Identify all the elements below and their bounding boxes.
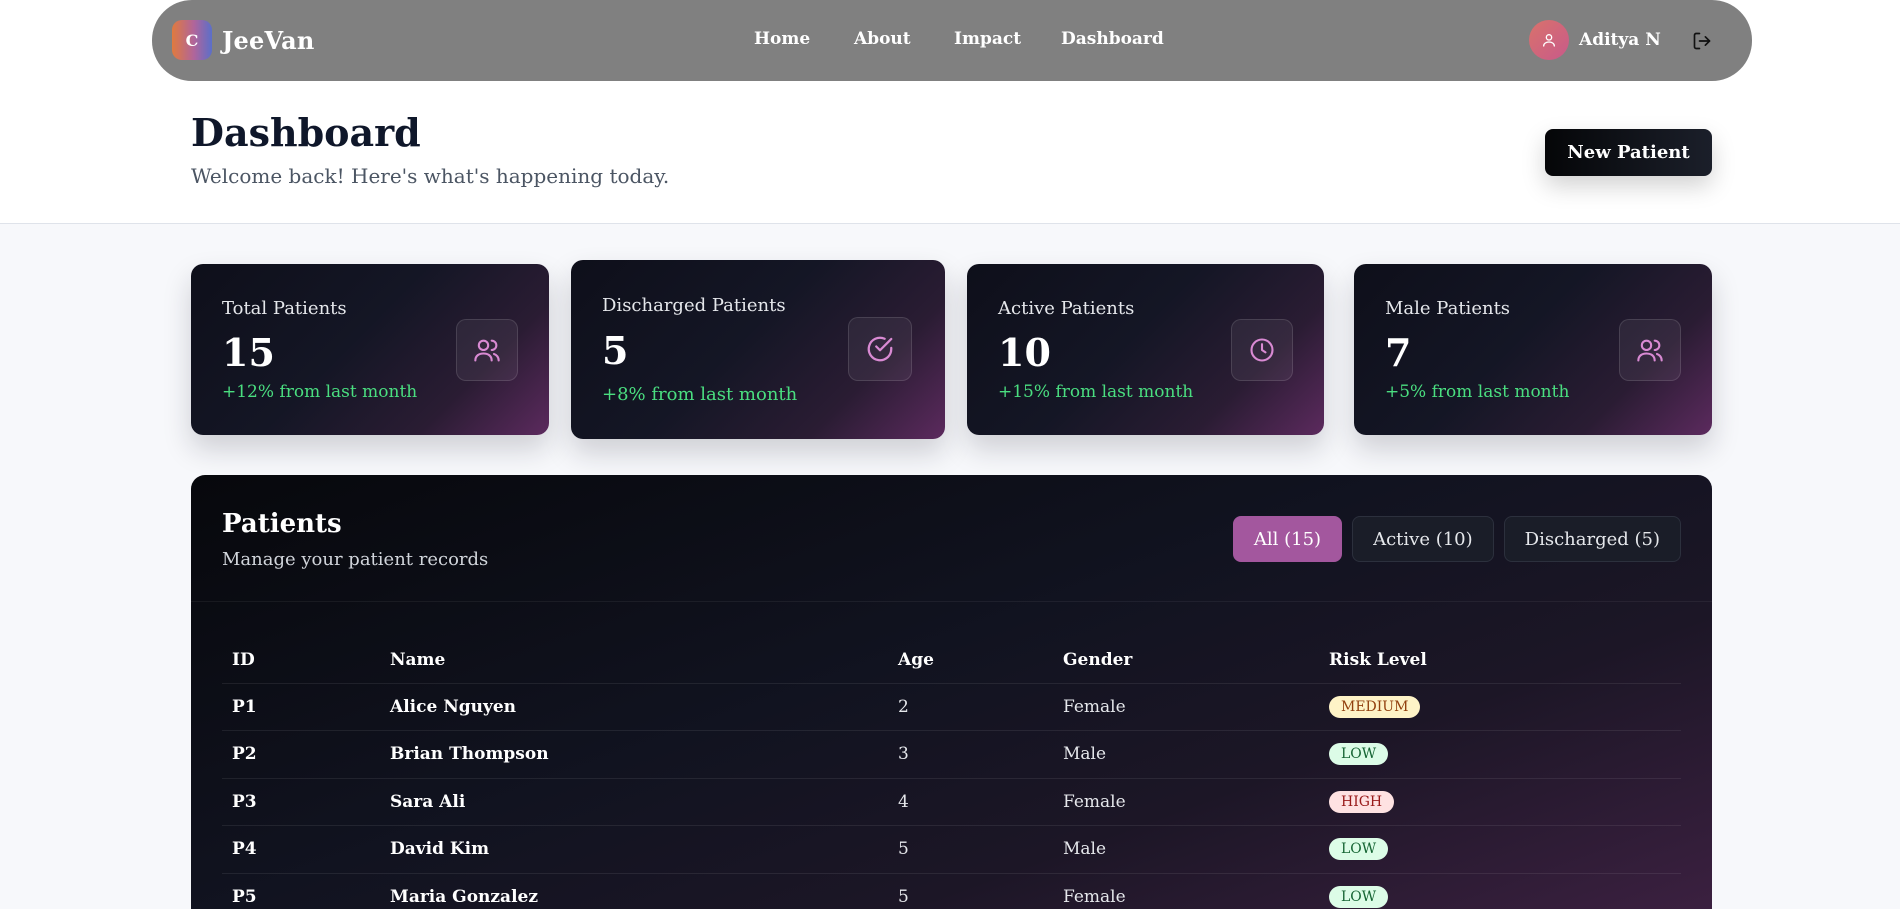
nav-link-impact[interactable]: Impact <box>954 29 1061 49</box>
stat-icon-box <box>456 319 518 381</box>
cell-age: 3 <box>898 744 909 765</box>
stat-delta: +8% from last month <box>602 384 798 405</box>
nav-link-dashboard[interactable]: Dashboard <box>1061 29 1164 49</box>
table-row[interactable]: P3 Sara Ali 4 Female HIGH <box>222 778 1681 826</box>
cell-risk: HIGH <box>1319 778 1681 826</box>
panel-divider <box>191 601 1712 602</box>
cell-risk: LOW <box>1319 731 1681 779</box>
clock-icon <box>1250 338 1274 362</box>
column-header-age[interactable]: Age <box>888 638 1053 683</box>
cell-name: Alice Nguyen <box>390 696 517 717</box>
page-subtitle: Welcome back! Here's what's happening to… <box>191 164 670 188</box>
stat-card-male-patients: Male Patients 7 +5% from last month <box>1354 264 1712 435</box>
check-circle-icon <box>867 336 893 362</box>
column-header-risk-level[interactable]: Risk Level <box>1319 638 1681 683</box>
stat-card-active-patients: Active Patients 10 +15% from last month <box>967 264 1324 435</box>
table-row[interactable]: P5 Maria Gonzalez 5 Female LOW <box>222 873 1681 909</box>
stat-delta: +5% from last month <box>1385 382 1570 402</box>
patient-filters: All (15) Active (10) Discharged (5) <box>1223 516 1681 562</box>
stat-value: 7 <box>1385 330 1412 375</box>
stat-label: Male Patients <box>1385 298 1511 319</box>
patients-subtitle: Manage your patient records <box>222 549 489 570</box>
stat-icon-box <box>848 317 912 381</box>
stat-delta: +12% from last month <box>222 382 418 402</box>
cell-name: Brian Thompson <box>390 744 549 765</box>
cell-name: Sara Ali <box>390 791 466 812</box>
page-title: Dashboard <box>191 110 421 155</box>
stat-icon-box <box>1231 319 1293 381</box>
cell-name: David Kim <box>390 839 490 860</box>
cell-gender: Male <box>1063 839 1107 860</box>
nav-link-about[interactable]: About <box>854 29 954 49</box>
table-header-row: ID Name Age Gender Risk Level <box>222 638 1681 683</box>
stat-value: 5 <box>602 328 629 373</box>
cell-id: P4 <box>232 839 257 860</box>
new-patient-button[interactable]: New Patient <box>1545 129 1712 176</box>
filter-discharged[interactable]: Discharged (5) <box>1503 516 1681 562</box>
cell-gender: Female <box>1063 696 1126 717</box>
stat-label: Total Patients <box>222 298 347 319</box>
patients-panel: Patients Manage your patient records All… <box>191 475 1712 909</box>
brand-name: JeeVan <box>222 25 315 55</box>
risk-badge: MEDIUM <box>1329 695 1421 718</box>
table-row[interactable]: P4 David Kim 5 Male LOW <box>222 826 1681 874</box>
cell-age: 5 <box>898 839 909 860</box>
page-header-section: C JeeVan Home About Impact Dashboard Adi… <box>0 0 1900 224</box>
nav-links: Home About Impact Dashboard <box>754 29 1164 49</box>
stat-value: 15 <box>222 330 275 375</box>
patients-table: ID Name Age Gender Risk Level P1 Alice N… <box>222 638 1681 909</box>
user-menu[interactable]: Aditya N <box>1529 20 1661 60</box>
cell-gender: Female <box>1063 791 1126 812</box>
top-navbar: C JeeVan Home About Impact Dashboard Adi… <box>152 0 1752 81</box>
cell-id: P2 <box>232 744 257 765</box>
brand[interactable]: C JeeVan <box>172 20 315 60</box>
stat-card-total-patients: Total Patients 15 +12% from last month <box>191 264 549 435</box>
cell-gender: Male <box>1063 744 1107 765</box>
stat-icon-box <box>1619 319 1681 381</box>
filter-all[interactable]: All (15) <box>1232 516 1343 562</box>
stat-label: Discharged Patients <box>602 295 786 316</box>
column-header-name[interactable]: Name <box>380 638 888 683</box>
user-icon <box>1543 34 1555 47</box>
user-name: Aditya N <box>1579 30 1661 50</box>
brand-logo: C <box>172 20 212 60</box>
users-icon <box>474 339 500 362</box>
cell-id: P1 <box>232 696 257 717</box>
column-header-id[interactable]: ID <box>222 638 380 683</box>
cell-risk: LOW <box>1319 873 1681 909</box>
cell-name: Maria Gonzalez <box>390 886 538 907</box>
risk-badge: HIGH <box>1329 790 1395 813</box>
logout-button[interactable] <box>1690 29 1714 53</box>
filter-active[interactable]: Active (10) <box>1352 516 1494 562</box>
risk-badge: LOW <box>1329 838 1389 861</box>
stat-label: Active Patients <box>998 298 1135 319</box>
risk-badge: LOW <box>1329 743 1389 766</box>
risk-badge: LOW <box>1329 885 1389 908</box>
cell-id: P3 <box>232 791 257 812</box>
cell-id: P5 <box>232 886 257 907</box>
column-header-gender[interactable]: Gender <box>1053 638 1319 683</box>
patients-title: Patients <box>222 509 342 539</box>
cell-age: 4 <box>898 791 909 812</box>
cell-gender: Female <box>1063 886 1126 907</box>
logout-icon <box>1693 32 1711 50</box>
stat-delta: +15% from last month <box>998 382 1194 402</box>
cell-risk: LOW <box>1319 826 1681 874</box>
users-icon <box>1637 339 1663 362</box>
cell-risk: MEDIUM <box>1319 683 1681 731</box>
nav-link-home[interactable]: Home <box>754 29 854 49</box>
avatar <box>1529 20 1569 60</box>
stat-value: 10 <box>998 330 1051 375</box>
table-row[interactable]: P1 Alice Nguyen 2 Female MEDIUM <box>222 683 1681 731</box>
cell-age: 5 <box>898 886 909 907</box>
stat-card-discharged-patients: Discharged Patients 5 +8% from last mont… <box>571 260 945 439</box>
cell-age: 2 <box>898 696 909 717</box>
table-row[interactable]: P2 Brian Thompson 3 Male LOW <box>222 731 1681 779</box>
